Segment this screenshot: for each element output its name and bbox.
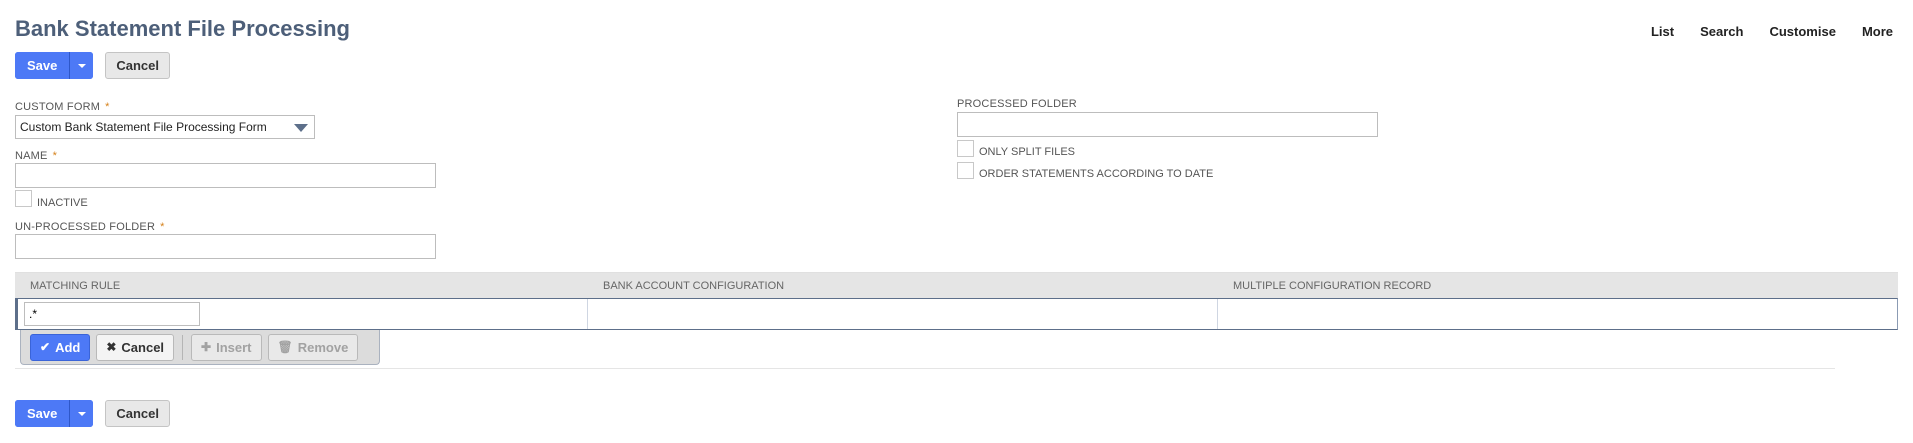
only-split-files-label: ONLY SPLIT FILES [979, 146, 1075, 158]
sublist-divider [15, 368, 1835, 369]
unprocessed-folder-input[interactable] [15, 234, 436, 259]
sublist-add-button[interactable]: ✔ Add [30, 333, 91, 361]
multiple-configuration-record-cell[interactable] [1218, 299, 1897, 329]
matching-rule-cell[interactable] [18, 299, 588, 329]
bottom-button-row: Save Cancel [15, 400, 171, 427]
unprocessed-folder-label: UN-PROCESSED FOLDER * [15, 221, 165, 233]
bank-account-configuration-cell[interactable] [588, 299, 1218, 329]
name-label: NAME * [15, 150, 58, 162]
checkmark-icon: ✔ [40, 340, 51, 354]
processed-folder-label: PROCESSED FOLDER [957, 98, 1077, 110]
order-statements-label: ORDER STATEMENTS ACCORDING TO DATE [979, 168, 1214, 180]
top-button-row: Save Cancel [15, 52, 171, 79]
sublist-remove-button[interactable]: 🗑 Remove [267, 333, 359, 361]
order-statements-checkbox[interactable] [957, 162, 974, 179]
custom-form-select[interactable]: Custom Bank Statement File Processing Fo… [15, 115, 315, 139]
save-button-group-bottom: Save [15, 400, 94, 427]
save-button-group: Save [15, 52, 94, 79]
save-options-chevron-down-icon[interactable] [69, 52, 94, 79]
sublist-header: MATCHING RULE BANK ACCOUNT CONFIGURATION… [15, 272, 1898, 298]
matching-rule-input[interactable] [24, 302, 200, 326]
save-options-chevron-down-icon[interactable] [69, 400, 94, 427]
processed-folder-input[interactable] [957, 112, 1378, 137]
trash-icon: 🗑 [277, 340, 293, 354]
sublist-insert-button[interactable]: ✚ Insert [191, 333, 262, 361]
cancel-button[interactable]: Cancel [105, 52, 171, 79]
sublist-edit-row [15, 298, 1898, 330]
toolbar-divider [182, 334, 184, 360]
save-button[interactable]: Save [15, 52, 70, 79]
nav-more-link[interactable]: More [1862, 24, 1893, 39]
sublist-cancel-button[interactable]: ✖ Cancel [96, 333, 175, 361]
name-input[interactable] [15, 163, 436, 188]
cancel-button-bottom[interactable]: Cancel [105, 400, 171, 427]
dropdown-arrow-icon [294, 124, 308, 132]
required-marker: * [105, 101, 110, 113]
column-header-bank-account-configuration[interactable]: BANK ACCOUNT CONFIGURATION [588, 273, 1218, 298]
column-header-multiple-configuration-record[interactable]: MULTIPLE CONFIGURATION RECORD [1218, 273, 1898, 298]
nav-customise-link[interactable]: Customise [1769, 24, 1835, 39]
save-button-bottom[interactable]: Save [15, 400, 70, 427]
close-icon: ✖ [106, 340, 117, 354]
required-marker: * [160, 221, 165, 233]
custom-form-label: CUSTOM FORM * [15, 101, 110, 113]
plus-icon: ✚ [201, 340, 212, 354]
matching-rules-sublist: MATCHING RULE BANK ACCOUNT CONFIGURATION… [15, 272, 1898, 365]
required-marker: * [52, 150, 58, 162]
inactive-label: INACTIVE [37, 197, 88, 209]
sublist-toolbar: ✔ Add ✖ Cancel ✚ Insert 🗑 Remove [20, 330, 380, 365]
custom-form-selected-value: Custom Bank Statement File Processing Fo… [20, 120, 267, 134]
column-header-matching-rule[interactable]: MATCHING RULE [15, 273, 588, 298]
nav-list-link[interactable]: List [1651, 24, 1674, 39]
page-title: Bank Statement File Processing [15, 16, 350, 41]
inactive-checkbox[interactable] [15, 190, 32, 207]
nav-search-link[interactable]: Search [1700, 24, 1743, 39]
only-split-files-checkbox[interactable] [957, 140, 974, 157]
top-nav: List Search Customise More [1651, 24, 1893, 39]
